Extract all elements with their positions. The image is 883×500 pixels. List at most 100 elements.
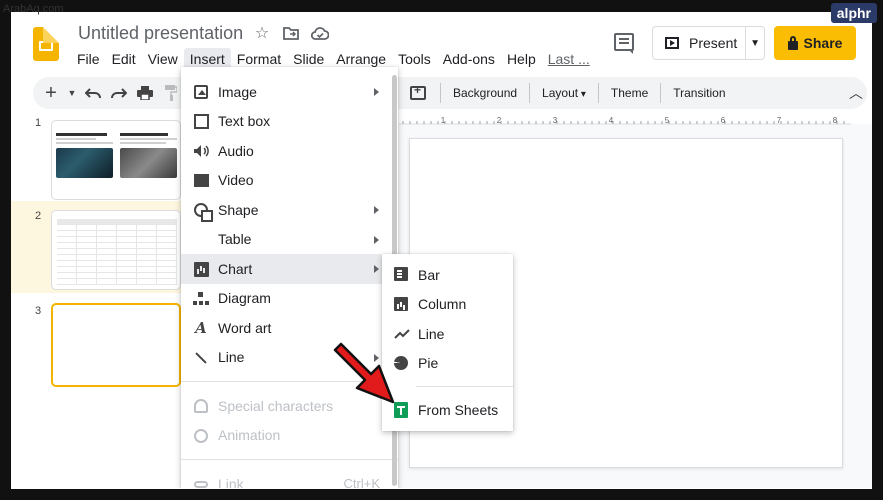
ruler-label: 8 <box>833 116 838 125</box>
undo-icon[interactable] <box>83 81 103 105</box>
insert-menu-item-chart[interactable]: Chart <box>181 254 398 284</box>
slide-thumbnail-1[interactable] <box>51 120 181 200</box>
word-art-icon: A <box>195 319 207 337</box>
new-slide-dropdown-icon[interactable]: ▼ <box>67 81 77 105</box>
insert-menu: Image Text box Audio Video Shape Table Chart Di… <box>181 67 398 488</box>
insert-menu-item-shape[interactable]: Shape <box>181 195 398 225</box>
ruler-label: 7 <box>777 116 782 125</box>
star-icon[interactable]: ☆ <box>253 23 271 43</box>
animation-icon <box>193 428 209 444</box>
ruler-label: 5 <box>665 116 670 125</box>
present-label: Present <box>689 35 738 51</box>
menu-divider <box>181 459 398 460</box>
chart-menu-item-line[interactable]: Line <box>382 319 513 349</box>
ruler-label: 1 <box>441 116 446 125</box>
present-button[interactable]: Present ▼ <box>652 26 765 60</box>
present-icon <box>665 37 679 49</box>
screenshot-frame: Untitled presentation ☆ File Edit View Inse… <box>0 0 883 500</box>
comment-history-icon[interactable] <box>614 33 634 54</box>
redo-icon[interactable] <box>109 81 129 105</box>
collapse-toolbar-icon[interactable]: ︿ <box>849 83 863 103</box>
menu-item-label: Audio <box>218 142 254 159</box>
horizontal-ruler: 1 2 3 4 5 6 7 8 <box>399 112 851 125</box>
chart-menu-item-column[interactable]: Column <box>382 290 513 320</box>
menu-item-label: Text box <box>218 113 271 130</box>
insert-menu-item-video[interactable]: Video <box>181 166 398 196</box>
menu-item-label: Link <box>218 475 244 488</box>
slides-logo-icon[interactable] <box>33 27 59 61</box>
submenu-arrow-icon <box>374 265 379 273</box>
document-title[interactable]: Untitled presentation <box>78 23 243 44</box>
layout-button[interactable]: Layout <box>538 86 590 100</box>
transition-button[interactable]: Transition <box>669 86 729 100</box>
insert-menu-item-image[interactable]: Image <box>181 77 398 107</box>
ruler-label: 2 <box>497 116 502 125</box>
share-label: Share <box>803 35 843 51</box>
share-button[interactable]: Share <box>774 26 856 60</box>
menu-item-label: Shape <box>218 201 259 218</box>
menu-view[interactable]: View <box>142 48 184 70</box>
insert-menu-item-audio[interactable]: Audio <box>181 136 398 166</box>
paint-format-icon[interactable] <box>161 81 181 105</box>
insert-menu-item-text-box[interactable]: Text box <box>181 107 398 137</box>
special-characters-icon <box>193 398 209 414</box>
insert-menu-item-table[interactable]: Table <box>181 225 398 255</box>
slide-number: 2 <box>35 210 42 222</box>
submenu-arrow-icon <box>374 235 379 244</box>
menu-item-label: From Sheets <box>418 401 499 418</box>
menu-divider <box>416 386 513 387</box>
add-comment-icon[interactable] <box>410 83 426 100</box>
move-folder-icon[interactable] <box>282 23 300 43</box>
menu-item-label: Pie <box>418 355 439 372</box>
image-icon <box>193 84 209 100</box>
red-arrow-icon <box>333 342 395 404</box>
google-slides-app: Untitled presentation ☆ File Edit View Inse… <box>11 12 872 488</box>
slide-thumbnail-3[interactable] <box>51 303 181 387</box>
menu-item-label: Line <box>418 325 445 342</box>
menu-last[interactable]: Last ... <box>542 48 596 70</box>
present-main-button[interactable]: Present <box>653 27 747 59</box>
toolbar: + ▼ Background Layout Theme Trans <box>33 77 867 109</box>
insert-menu-item-word-art[interactable]: A Word art <box>181 313 398 343</box>
menu-item-label: Word art <box>218 319 272 336</box>
present-dropdown-icon[interactable]: ▼ <box>746 38 764 49</box>
bar-chart-icon <box>394 267 410 283</box>
menu-file[interactable]: File <box>71 48 106 70</box>
menu-tools[interactable]: Tools <box>392 48 437 70</box>
ruler-label: 6 <box>721 116 726 125</box>
chart-submenu: Bar Column Line Pie From Sheets <box>382 254 513 431</box>
chart-menu-item-from-sheets[interactable]: From Sheets <box>382 395 513 425</box>
menu-item-label: Bar <box>418 266 440 283</box>
menu-help[interactable]: Help <box>501 48 542 70</box>
menu-item-label: Table <box>218 231 252 248</box>
new-slide-icon[interactable]: + <box>41 81 61 105</box>
menu-item-label: Line <box>218 349 245 366</box>
audio-icon <box>193 143 209 159</box>
slide-number: 1 <box>35 117 42 129</box>
watermark: ArabAq.com <box>3 3 64 15</box>
insert-menu-item-diagram[interactable]: Diagram <box>181 284 398 314</box>
chart-menu-item-pie[interactable]: Pie <box>382 349 513 379</box>
menu-item-label: Animation <box>218 427 281 444</box>
lock-icon <box>787 35 798 50</box>
title-icons: ☆ <box>253 23 329 43</box>
insert-menu-item-link: Link Ctrl+K <box>181 469 398 488</box>
submenu-arrow-icon <box>374 88 379 96</box>
shape-icon <box>193 202 213 222</box>
menu-item-label: Special characters <box>218 397 334 414</box>
submenu-arrow-icon <box>374 206 379 214</box>
cloud-status-icon[interactable] <box>311 23 329 43</box>
link-icon <box>193 476 209 488</box>
menu-add-ons[interactable]: Add-ons <box>437 48 501 70</box>
chart-menu-item-bar[interactable]: Bar <box>382 260 513 290</box>
theme-button[interactable]: Theme <box>607 86 652 100</box>
alphr-logo: alphr <box>830 3 877 23</box>
slide-thumbnail-2[interactable] <box>51 210 181 290</box>
text-box-icon <box>193 114 209 130</box>
menu-item-label: Image <box>218 83 257 100</box>
menu-item-label: Diagram <box>218 290 271 307</box>
background-button[interactable]: Background <box>449 86 521 100</box>
menu-edit[interactable]: Edit <box>106 48 142 70</box>
print-icon[interactable] <box>135 81 155 105</box>
chart-icon <box>193 261 209 277</box>
